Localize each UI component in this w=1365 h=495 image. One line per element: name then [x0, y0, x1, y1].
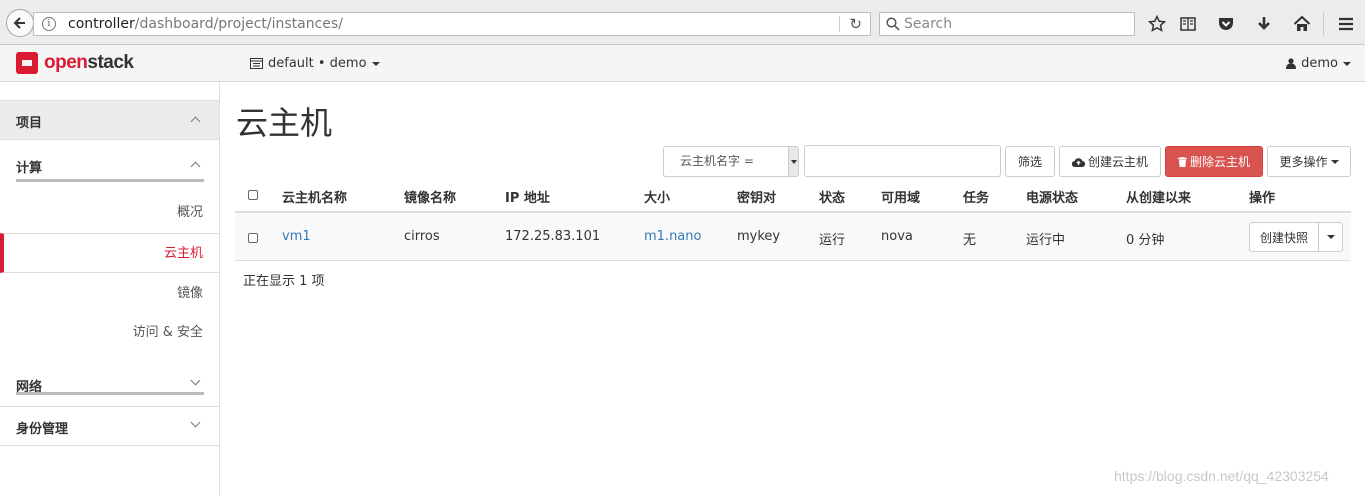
- column-header: 操作: [1249, 191, 1276, 206]
- cloud-upload-icon: [1071, 157, 1085, 167]
- browser-search-input[interactable]: Search: [879, 12, 1135, 36]
- sidebar-group-label: 身份管理: [16, 422, 69, 437]
- row-actions-dropdown[interactable]: [1319, 222, 1343, 252]
- sidebar: 项目 计算 概况 云主机 镜像 访问 & 安全 网络 身份管理: [0, 82, 220, 495]
- keypair: mykey: [737, 229, 781, 244]
- column-header[interactable]: 云主机名称: [282, 187, 347, 206]
- delete-instance-label: 删除云主机: [1189, 155, 1250, 169]
- filter-field-select[interactable]: 云主机名字 =: [663, 146, 799, 177]
- row-actions: 创建快照: [1249, 222, 1343, 252]
- search-placeholder: Search: [904, 16, 953, 32]
- column-header[interactable]: 大小: [644, 187, 670, 206]
- filter-field-value: 云主机名字 =: [680, 154, 754, 168]
- column-header[interactable]: 任务: [963, 187, 989, 206]
- sidebar-item-overview[interactable]: 概况: [0, 193, 219, 233]
- openstack-logo-mark: [16, 52, 38, 74]
- logo-text-open: open: [44, 52, 88, 73]
- item-count: 正在显示 1 项: [243, 274, 325, 289]
- sidebar-group-project[interactable]: 项目: [0, 100, 219, 140]
- status: 运行: [819, 233, 846, 248]
- create-instance-label: 创建云主机: [1087, 155, 1148, 169]
- chevron-up-icon: [190, 116, 201, 127]
- url-bar[interactable]: i controller/dashboard/project/instances…: [33, 12, 871, 36]
- chevron-down-icon: [190, 375, 201, 386]
- sidebar-item-images[interactable]: 镜像: [0, 274, 219, 314]
- table-header: 云主机名称 镜像名称 IP 地址 大小 密钥对 状态 可用域 任务 电源状态 从…: [235, 178, 1351, 213]
- home-icon[interactable]: [1292, 14, 1312, 34]
- sidebar-group-identity[interactable]: 身份管理: [0, 406, 219, 446]
- filter-button[interactable]: 筛选: [1005, 146, 1055, 177]
- section-underline: [16, 179, 204, 182]
- chevron-up-icon: [190, 161, 201, 172]
- column-header[interactable]: 可用域: [881, 187, 920, 206]
- logo-text: openstack: [44, 52, 134, 74]
- age: 0 分钟: [1126, 233, 1165, 248]
- column-header[interactable]: 从创建以来: [1126, 187, 1191, 206]
- more-actions-button[interactable]: 更多操作: [1267, 146, 1351, 177]
- image-name: cirros: [404, 229, 440, 244]
- url-path: /dashboard/project/instances/: [134, 16, 343, 32]
- pocket-icon[interactable]: [1216, 14, 1236, 34]
- select-all-checkbox[interactable]: [248, 190, 258, 200]
- project-selector[interactable]: default • demo: [250, 56, 380, 71]
- openstack-logo[interactable]: openstack: [16, 52, 134, 74]
- sidebar-group-compute[interactable]: 计算: [0, 146, 219, 182]
- reload-icon[interactable]: ↻: [849, 13, 862, 35]
- openstack-header: openstack default • demo demo: [0, 45, 1365, 82]
- filter-button-label: 筛选: [1017, 155, 1042, 169]
- user-icon: [1286, 58, 1297, 69]
- info-icon[interactable]: i: [42, 17, 56, 31]
- instance-name-link[interactable]: vm1: [282, 229, 311, 244]
- trash-icon: [1177, 156, 1187, 167]
- download-icon[interactable]: [1254, 14, 1274, 34]
- select-arrow-icon: [788, 147, 798, 176]
- column-header[interactable]: 状态: [819, 187, 845, 206]
- column-header[interactable]: IP 地址: [505, 187, 550, 206]
- browser-toolbar: i controller/dashboard/project/instances…: [0, 0, 1365, 45]
- hamburger-menu-icon[interactable]: [1336, 14, 1356, 34]
- watermark: https://blog.csdn.net/qq_42303254: [1114, 468, 1329, 484]
- row-checkbox[interactable]: [248, 233, 258, 243]
- flavor-link[interactable]: m1.nano: [644, 229, 701, 244]
- url-host: controller: [68, 16, 135, 32]
- section-underline: [16, 392, 204, 395]
- sidebar-group-label: 计算: [16, 161, 43, 176]
- caret-down-icon: [1326, 235, 1335, 239]
- create-snapshot-button[interactable]: 创建快照: [1249, 222, 1319, 252]
- user-name: demo: [1301, 56, 1338, 71]
- bookmark-star-icon[interactable]: [1147, 14, 1167, 34]
- sidebar-group-label: 项目: [16, 116, 43, 131]
- page-title: 云主机: [236, 104, 333, 142]
- filter-input[interactable]: [804, 145, 1001, 177]
- chevron-down-icon: [190, 417, 201, 428]
- column-header[interactable]: 电源状态: [1026, 187, 1078, 206]
- create-instance-button[interactable]: 创建云主机: [1059, 146, 1161, 177]
- table-row: vm1 cirros 172.25.83.101 m1.nano mykey 运…: [235, 213, 1351, 261]
- sidebar-item-instances[interactable]: 云主机: [0, 233, 219, 273]
- back-arrow-icon: [13, 17, 25, 29]
- task: 无: [963, 233, 977, 248]
- caret-down-icon: [1343, 61, 1351, 66]
- availability-zone: nova: [881, 229, 913, 244]
- url-separator: [839, 16, 840, 32]
- url-text: controller/dashboard/project/instances/: [68, 13, 343, 35]
- project-selector-label: default • demo: [268, 56, 367, 71]
- more-actions-label: 更多操作: [1279, 155, 1328, 169]
- back-button[interactable]: [6, 9, 34, 37]
- sidebar-group-network[interactable]: 网络: [0, 365, 219, 401]
- column-header[interactable]: 镜像名称: [404, 187, 456, 206]
- caret-down-icon: [371, 61, 380, 66]
- logo-text-stack: stack: [87, 52, 134, 73]
- delete-instance-button[interactable]: 删除云主机: [1165, 146, 1263, 177]
- sidebar-item-access-security[interactable]: 访问 & 安全: [0, 313, 219, 353]
- caret-down-icon: [1330, 159, 1339, 164]
- project-list-icon: [250, 58, 263, 69]
- reading-list-icon[interactable]: [1178, 14, 1198, 34]
- column-header[interactable]: 密钥对: [737, 187, 776, 206]
- search-icon: [886, 17, 900, 31]
- user-menu[interactable]: demo: [1286, 56, 1351, 71]
- power-state: 运行中: [1026, 233, 1066, 248]
- ip-address: 172.25.83.101: [505, 229, 601, 244]
- toolbar-separator: [1323, 12, 1324, 36]
